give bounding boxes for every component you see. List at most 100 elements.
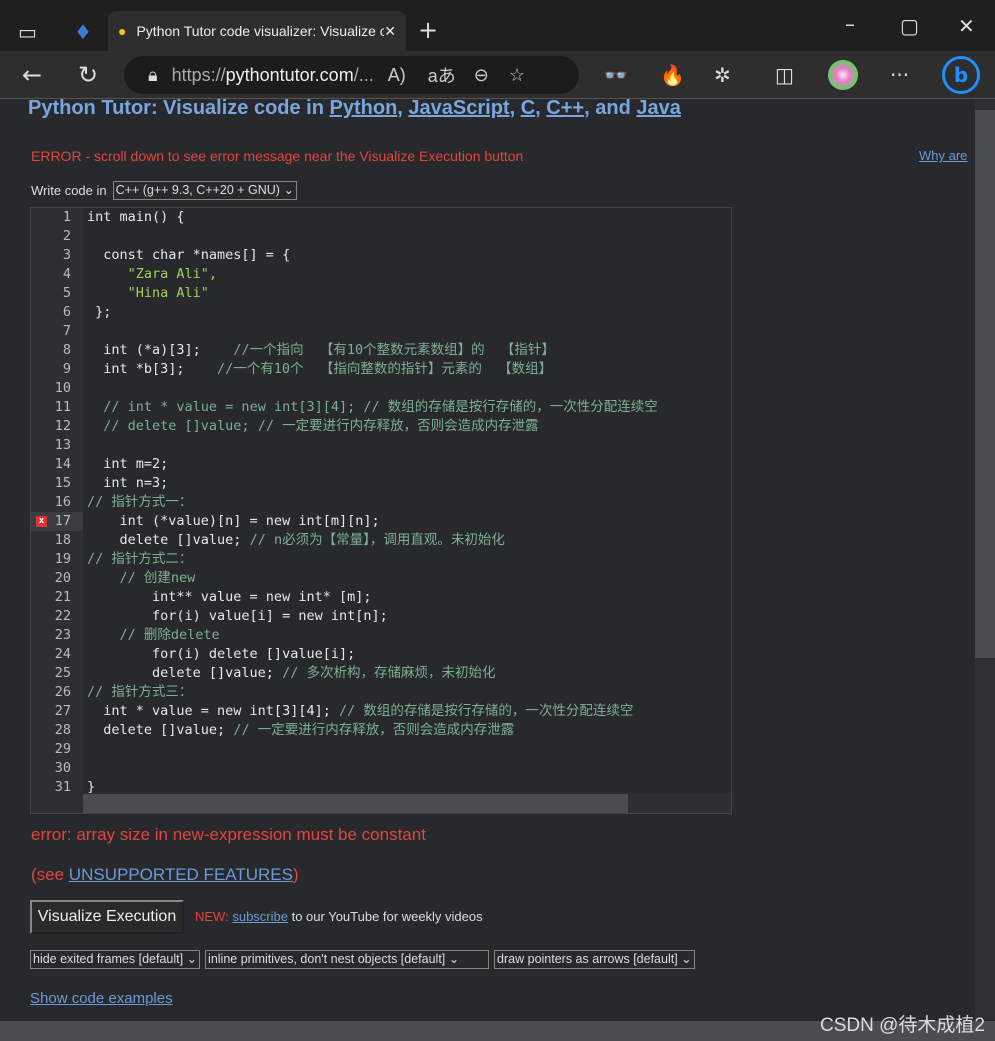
tab-actions-icon[interactable]: ▭	[18, 20, 37, 44]
code-line: // 指针方式二：	[87, 551, 193, 567]
news-text: to our YouTube for weekly videos	[287, 909, 483, 924]
code-line: delete []value; // 一定要进行内存释放，否则会造成内存泄露	[87, 722, 515, 738]
code-editor[interactable]: 1 2 3 4 5 6 7 8 9 10 11 12 13 14 15 16 x 17 18 19 20 21 22 23 24…	[30, 207, 732, 814]
options-row: hide exited frames [default] ⌄ inline pr…	[30, 950, 695, 969]
subscribe-link[interactable]: subscribe	[232, 909, 288, 924]
refresh-icon[interactable]: ↻	[78, 61, 98, 89]
line-number: 8	[62, 342, 71, 358]
error-banner: ERROR - scroll down to see error message…	[31, 148, 524, 164]
line-number: 13	[54, 437, 71, 453]
line-gutter: 1 2 3 4 5 6 7 8 9 10 11 12 13 14 15 16 x 17 18 19 20 21 22 23 24…	[31, 208, 83, 813]
link-javascript[interactable]: JavaScript	[408, 97, 509, 119]
line-number: 29	[54, 741, 71, 757]
minimize-icon[interactable]: –	[845, 12, 855, 36]
code-line: // 创建new	[119, 570, 196, 586]
line-number: 31	[54, 779, 71, 795]
code-line: for(i) delete []value[i];	[87, 646, 356, 662]
primitives-selected: inline primitives, don't nest objects [d…	[208, 952, 446, 966]
line-number: 27	[54, 703, 71, 719]
python-favicon: ●	[118, 23, 127, 39]
close-window-icon[interactable]: ✕	[958, 14, 975, 38]
line-number: x 17	[31, 512, 83, 531]
url-host: pythontutor.com	[225, 64, 354, 85]
maximize-icon[interactable]: ▢	[900, 14, 919, 38]
read-aloud-icon[interactable]: A)	[388, 65, 406, 86]
line-number: 22	[54, 608, 71, 624]
line-number: 30	[54, 760, 71, 776]
code-line: int m=2;	[87, 456, 169, 472]
code-line: int (*a)[3]; //一个指向 【有10个整数元素数组】的 【指针】	[87, 342, 555, 358]
unsupported-features-link[interactable]: UNSUPPORTED FEATURES	[69, 865, 293, 884]
frames-select[interactable]: hide exited frames [default] ⌄	[30, 950, 201, 969]
line-number: 3	[62, 247, 71, 263]
zoom-out-icon[interactable]: ⊖	[474, 65, 489, 86]
line-number: 4	[62, 266, 71, 282]
sep: ,	[397, 97, 409, 119]
extension-icon[interactable]: 👓	[603, 63, 628, 87]
link-java[interactable]: Java	[636, 97, 681, 119]
sep: ,	[535, 97, 547, 119]
code-line: int * value = new int[3][4]; // 数组的存储是按行…	[87, 703, 634, 719]
line-number: 28	[54, 722, 71, 738]
profile-avatar[interactable]	[828, 60, 858, 90]
why-link[interactable]: Why are	[919, 148, 967, 163]
address-bar[interactable]: 🔒︎ https://pythontutor.com/... A) aあ ⊖ ☆	[124, 56, 579, 94]
pointers-selected: draw pointers as arrows [default]	[497, 952, 678, 966]
line-number: 15	[54, 475, 71, 491]
link-cpp[interactable]: C++	[546, 97, 584, 119]
line-number: 19	[54, 551, 71, 567]
code-line: };	[87, 304, 112, 320]
bing-copilot-icon[interactable]: b	[942, 56, 980, 94]
code-line: int n=3;	[87, 475, 169, 491]
new-tab-icon[interactable]: +	[418, 16, 438, 44]
language-select[interactable]: C++ (g++ 9.3, C++20 + GNU) ⌄	[112, 181, 297, 200]
back-icon[interactable]: ←	[22, 61, 42, 89]
pointers-select[interactable]: draw pointers as arrows [default] ⌄	[494, 950, 695, 969]
code-line: // 指针方式一：	[87, 494, 193, 510]
line-number: 21	[54, 589, 71, 605]
line-number: 20	[54, 570, 71, 586]
code-line: int (*value)[n] = new int[m][n];	[87, 513, 380, 529]
line-number: 16	[54, 494, 71, 510]
page-title: Python Tutor: Visualize code in Python , …	[28, 97, 681, 120]
url-path: /...	[353, 64, 374, 85]
line-number: 6	[62, 304, 71, 320]
line-number: 9	[62, 361, 71, 377]
line-number: 14	[54, 456, 71, 472]
primitives-select[interactable]: inline primitives, don't nest objects [d…	[205, 950, 490, 969]
extensions-icon[interactable]: ✲	[714, 63, 731, 87]
workspaces-icon[interactable]: ♦	[74, 20, 92, 44]
code-line: delete []value; // n必须为【常量】，调用直观。未初始化	[87, 532, 505, 548]
horizontal-scrollbar-thumb[interactable]	[83, 794, 628, 813]
extension-icon-2[interactable]: 🔥	[660, 63, 685, 87]
visualize-execution-button[interactable]: Visualize Execution	[30, 900, 184, 934]
add-favorite-icon[interactable]: ☆	[509, 65, 525, 86]
code-line: for(i) value[i] = new int[n];	[87, 608, 388, 624]
vertical-scrollbar-thumb[interactable]	[975, 110, 995, 658]
active-tab[interactable]: ● Python Tutor code visualizer: Visualiz…	[108, 11, 406, 51]
split-screen-icon[interactable]: ◫	[775, 63, 794, 87]
code-line: "Zara Ali",	[87, 266, 218, 282]
see-open: (see	[31, 865, 69, 884]
new-label: NEW:	[195, 909, 229, 924]
show-code-examples-link[interactable]: Show code examples	[30, 990, 173, 1007]
code-line: int** value = new int* [m];	[87, 589, 372, 605]
code-area[interactable]: int main() { const char *names[] = { "Za…	[87, 208, 731, 797]
line-number: 7	[62, 323, 71, 339]
line-number: 18	[54, 532, 71, 548]
link-c[interactable]: C	[521, 97, 535, 119]
code-line: int main() {	[87, 209, 185, 225]
line-number: 26	[54, 684, 71, 700]
translate-icon[interactable]: aあ	[428, 62, 456, 88]
language-row: Write code in C++ (g++ 9.3, C++20 + GNU)…	[31, 181, 297, 200]
compile-error: error: array size in new-expression must…	[31, 825, 426, 844]
browser-toolbar: ← ↻ 🔒︎ https://pythontutor.com/... A) aあ…	[0, 51, 995, 99]
title-prefix: Python Tutor: Visualize code in	[28, 97, 330, 119]
more-icon[interactable]: ···	[890, 63, 909, 87]
close-tab-icon[interactable]: ✕	[384, 23, 396, 40]
url-scheme: https://	[171, 64, 226, 85]
link-python[interactable]: Python	[330, 97, 398, 119]
